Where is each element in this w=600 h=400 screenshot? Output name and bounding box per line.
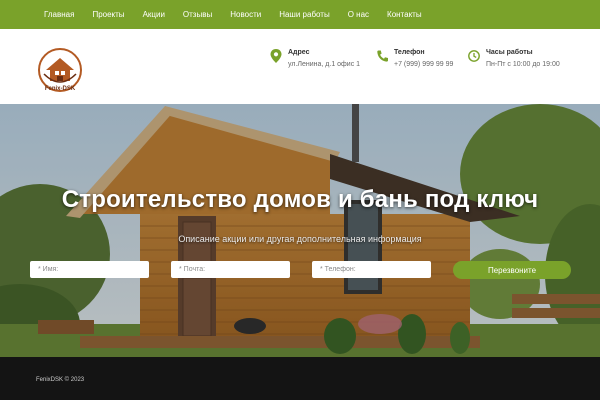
nav-item-promotions[interactable]: Акции <box>143 10 165 19</box>
site-header: Fenix-DSK Адрес ул.Ленина, д.1 офис 1 Те… <box>0 29 600 104</box>
phone-block: Телефон +7 (999) 999 99 99 <box>376 49 453 68</box>
nav-item-home[interactable]: Главная <box>44 10 74 19</box>
nav-item-our-works[interactable]: Наши работы <box>279 10 330 19</box>
address-block: Адрес ул.Ленина, д.1 офис 1 <box>270 49 360 68</box>
house-icon <box>43 58 77 83</box>
nav-item-about[interactable]: О нас <box>348 10 369 19</box>
site-footer: FenixDSK © 2023 <box>0 357 600 400</box>
phone-input[interactable] <box>312 261 431 278</box>
hero-background-image <box>0 104 600 357</box>
copyright-text: FenixDSK © 2023 <box>36 377 85 383</box>
nav-item-news[interactable]: Новости <box>230 10 261 19</box>
hero-title: Строительство домов и бань под ключ <box>61 186 539 213</box>
callback-button[interactable]: Перезвоните <box>453 261 571 279</box>
hours-block: Часы работы Пн-Пт с 10:00 до 19:00 <box>468 49 560 68</box>
address-value: ул.Ленина, д.1 офис 1 <box>288 61 361 68</box>
hours-label: Часы работы <box>486 49 533 56</box>
name-input[interactable] <box>30 261 149 278</box>
clock-icon <box>468 50 480 62</box>
nav-item-reviews[interactable]: Отзывы <box>183 10 212 19</box>
nav-item-projects[interactable]: Проекты <box>92 10 124 19</box>
hours-value: Пн-Пт с 10:00 до 19:00 <box>486 61 560 68</box>
hero-subtitle: Описание акции или другая дополнительная… <box>178 234 422 244</box>
phone-label: Телефон <box>394 49 425 56</box>
map-pin-icon <box>270 49 282 63</box>
nav-item-contacts[interactable]: Контакты <box>387 10 422 19</box>
logo[interactable]: Fenix-DSK <box>36 46 84 94</box>
logo-text: Fenix-DSK <box>44 86 76 92</box>
email-input[interactable] <box>171 261 290 278</box>
phone-icon <box>377 50 388 62</box>
hero-section: Строительство домов и бань под ключ Опис… <box>0 104 600 357</box>
address-label: Адрес <box>288 49 310 56</box>
phone-value[interactable]: +7 (999) 999 99 99 <box>394 61 453 68</box>
top-nav: Главная Проекты Акции Отзывы Новости Наш… <box>0 0 600 29</box>
